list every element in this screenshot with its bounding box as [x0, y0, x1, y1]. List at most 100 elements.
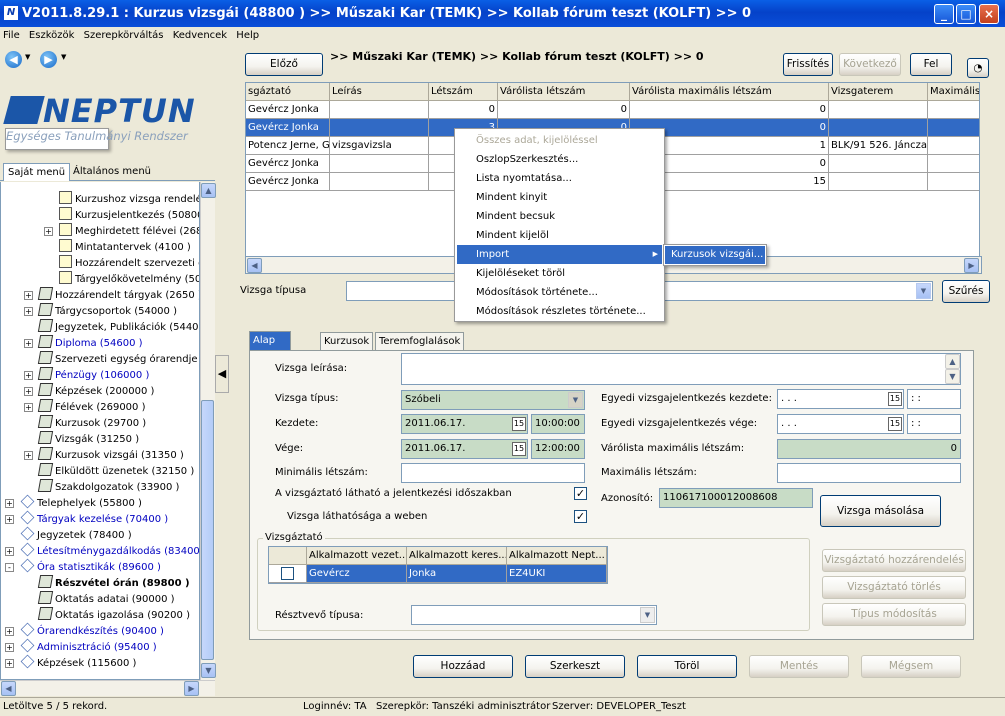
visible-examiner-checkbox[interactable]: ✓	[574, 487, 587, 500]
filter-button[interactable]: Szűrés	[942, 280, 990, 303]
examiner-header-neptun[interactable]: Alkalmazott Nept...	[507, 547, 607, 565]
expand-icon[interactable]: +	[5, 627, 14, 636]
next-button[interactable]: Következő	[839, 53, 901, 76]
tree-item[interactable]: Meghirdetett félévei (2684	[59, 223, 199, 239]
grid-cell[interactable]	[928, 101, 979, 119]
modify-type-button[interactable]: Típus módosítás	[822, 603, 966, 626]
tree-item[interactable]: Létesítménygazdálkodás (83400	[20, 542, 199, 559]
expand-icon[interactable]: +	[24, 307, 33, 316]
tree-item[interactable]: Tárgyak kezelése (70400 )	[20, 510, 168, 527]
min-count-field[interactable]	[401, 463, 585, 483]
close-button[interactable]: ×	[979, 4, 999, 24]
type-select[interactable]: Szóbeli ▼	[401, 390, 585, 410]
tree-item[interactable]: Adminisztráció (95400 )	[20, 638, 157, 655]
back-arrow-icon[interactable]: ◀	[5, 51, 22, 68]
expand-icon[interactable]: +	[24, 371, 33, 380]
waitlist-max-field[interactable]: 0	[777, 439, 961, 459]
menu-role-switch[interactable]: Szerepkörváltás	[84, 30, 164, 41]
context-menu-item[interactable]: Módosítások története...	[457, 283, 662, 302]
grid-header[interactable]: Létszám	[429, 83, 498, 101]
grid-cell[interactable]	[330, 173, 429, 191]
ind-start-time-field[interactable]: : :	[907, 389, 961, 409]
tree-item[interactable]: Vizsgák (31250 )	[37, 431, 139, 447]
collapse-icon[interactable]: -	[5, 563, 14, 572]
scroll-down-icon[interactable]: ▼	[201, 663, 216, 678]
context-menu-item[interactable]: OszlopSzerkesztés...	[457, 150, 662, 169]
context-menu-item[interactable]: Összes adat, kijelöléssel	[457, 131, 662, 150]
tree-item[interactable]: Képzések (115600 )	[20, 654, 136, 671]
tree-item[interactable]: Szakdolgozatok (33900 )	[37, 479, 179, 495]
context-menu-item[interactable]: Lista nyomtatása...	[457, 169, 662, 188]
grid-cell[interactable]: Gevércz Jonka	[246, 155, 330, 173]
grid-cell[interactable]	[829, 101, 928, 119]
copy-exam-button[interactable]: Vizsga másolása	[820, 495, 941, 527]
grid-cell[interactable]	[330, 101, 429, 119]
back-dropdown-icon[interactable]: ▼	[25, 53, 30, 61]
tree-item[interactable]: Óra statisztikák (89600 )	[20, 558, 161, 575]
grid-cell[interactable]: Gevércz Jonka	[246, 101, 330, 119]
desc-scroll-down-icon[interactable]: ▼	[945, 369, 960, 384]
participant-type-select[interactable]: ▼	[411, 605, 657, 625]
grid-header[interactable]: Várólista maximális létszám	[630, 83, 829, 101]
expand-icon[interactable]: +	[24, 291, 33, 300]
grid-header[interactable]: Maximális	[928, 83, 979, 101]
tree-item[interactable]: Kurzusok (29700 )	[37, 415, 146, 431]
grid-cell[interactable]: Gevércz Jonka	[246, 119, 330, 137]
examiner-header-first[interactable]: Alkalmazott keres...	[407, 547, 507, 565]
tree-item[interactable]: Kurzusok vizsgái (31350 )	[37, 447, 184, 463]
expand-icon[interactable]: +	[24, 339, 33, 348]
tree-scroll-thumb[interactable]	[201, 400, 214, 660]
context-menu-item[interactable]: Import ▶	[457, 245, 662, 264]
grid-cell[interactable]	[928, 173, 979, 191]
expand-icon[interactable]: +	[5, 659, 14, 668]
end-time-field[interactable]: 12:00:00	[531, 439, 585, 459]
grid-cell[interactable]: vizsgavizsla	[330, 137, 429, 155]
ind-end-date-field[interactable]: . . . 15	[777, 414, 904, 434]
examiner-neptun[interactable]: EZ4UKI	[507, 565, 607, 583]
tree-item[interactable]: Oktatás adatai (90000 )	[37, 591, 175, 607]
tree-item[interactable]: Mintatantervek (4100 )	[59, 239, 191, 255]
save-button[interactable]: Mentés	[749, 655, 849, 678]
tree-item[interactable]: Telephelyek (55800 )	[20, 494, 142, 511]
tab-basic-data[interactable]: Alap adatok	[249, 331, 292, 363]
menu-favorites[interactable]: Kedvencek	[173, 30, 227, 41]
import-course-exams-item[interactable]: Kurzusok vizsgái...	[665, 246, 765, 264]
expand-icon[interactable]: +	[44, 227, 53, 236]
grid-cell[interactable]	[928, 137, 979, 155]
tree-item[interactable]: Szervezeti egység órarendje (	[37, 351, 199, 367]
tree-item[interactable]: Órarendkészítés (90400 )	[20, 622, 164, 639]
refresh-button[interactable]: Frissítés	[783, 53, 833, 76]
tree-item[interactable]: Elküldött üzenetek (32150 )	[37, 463, 194, 479]
menu-file[interactable]: File	[3, 30, 20, 41]
grid-cell[interactable]	[928, 155, 979, 173]
tree-item[interactable]: Jegyzetek (78400 )	[20, 526, 132, 543]
grid-header[interactable]: Vizsgaterem	[829, 83, 928, 101]
minimize-button[interactable]: _	[934, 4, 954, 24]
web-visibility-checkbox[interactable]: ✓	[574, 510, 587, 523]
forward-arrow-icon[interactable]: ▶	[40, 51, 57, 68]
tab-own-menu[interactable]: Saját menü	[3, 163, 71, 181]
start-date-field[interactable]: 2011.06.17. 15	[401, 414, 528, 434]
tree-item[interactable]: Pénzügy (106000 )	[37, 367, 149, 383]
expand-icon[interactable]: +	[5, 643, 14, 652]
examiner-last[interactable]: Gevércz	[307, 565, 407, 583]
grid-cell[interactable]	[330, 155, 429, 173]
prev-button[interactable]: Előző	[245, 53, 323, 76]
grid-header[interactable]: Várólista létszám	[498, 83, 630, 101]
context-menu-item[interactable]: Kijelöléseket töröl	[457, 264, 662, 283]
context-menu-item[interactable]: Mindent kinyit	[457, 188, 662, 207]
calendar-icon[interactable]: 15	[512, 442, 526, 456]
grid-cell[interactable]	[829, 173, 928, 191]
grid-header[interactable]: Leírás	[330, 83, 429, 101]
grid-cell[interactable]	[829, 155, 928, 173]
grid-cell[interactable]	[928, 119, 979, 137]
tree-item[interactable]: Félévek (269000 )	[37, 399, 145, 415]
grid-cell[interactable]	[330, 119, 429, 137]
max-count-field[interactable]	[777, 463, 961, 483]
start-time-field[interactable]: 10:00:00	[531, 414, 585, 434]
menu-tools[interactable]: Eszközök	[29, 30, 75, 41]
ind-end-time-field[interactable]: : :	[907, 414, 961, 434]
tree-item[interactable]: Hozzárendelt szervezeti e	[59, 255, 199, 271]
tree-item[interactable]: Hozzárendelt tárgyak (2650 )	[37, 287, 199, 303]
tree-item[interactable]: Tárgyelőkövetelmény (50	[59, 271, 199, 287]
